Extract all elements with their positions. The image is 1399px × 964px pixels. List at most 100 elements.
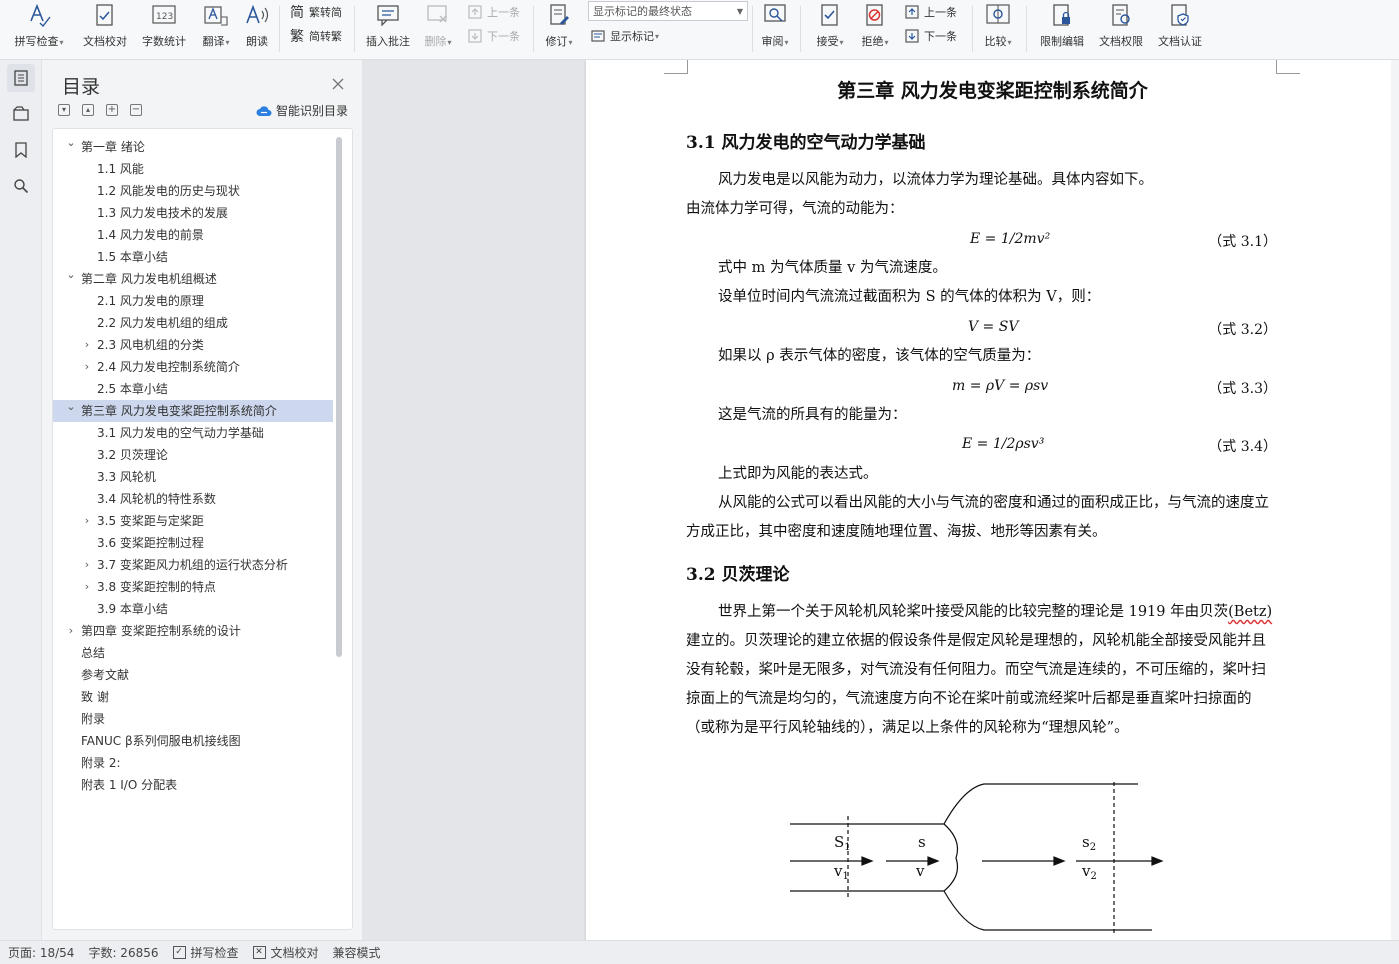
track-changes-button[interactable]: 修订▾ [540, 0, 578, 58]
equation-number: （式 3.3） [1208, 381, 1277, 397]
toc-item[interactable]: 2.1 风力发电的原理 [53, 290, 333, 312]
toc-item-label: 3.7 变桨距风力机组的运行状态分析 [97, 558, 288, 572]
toc-item[interactable]: ⌄ 第一章 绪论 [53, 136, 333, 158]
status-proofread[interactable]: ✕ 文档校对 [252, 944, 319, 961]
document-canvas[interactable]: 第三章 风力发电变桨距控制系统简介 3.1 风力发电的空气动力学基础 风力发电是… [362, 60, 1399, 940]
translate-button[interactable]: 翻译▾ [196, 0, 236, 58]
toc-item[interactable]: › 第四章 变桨距控制系统的设计 [53, 620, 333, 642]
word-count-indicator[interactable]: 字数: 26856 [88, 944, 158, 961]
betz-flow-figure: S1 v1 s v s2 v2 [790, 782, 1164, 934]
doc-proofread-button[interactable]: 文档校对 [78, 0, 132, 58]
word-count-button[interactable]: 123 字数统计 [137, 0, 191, 58]
insert-comment-button[interactable]: 插入批注 [362, 0, 414, 58]
equation: E = 1/2mv² [970, 231, 1051, 247]
toc-item[interactable]: 1.2 风能发电的历史与现状 [53, 180, 333, 202]
next-change-button[interactable]: 下一条 [903, 25, 957, 47]
toc-item[interactable]: 附录 [53, 708, 333, 730]
page-indicator[interactable]: 页面: 18/54 [8, 944, 74, 961]
chevron-right-icon[interactable]: › [81, 576, 93, 598]
toc-item[interactable]: ⌄ 第三章 风力发电变桨距控制系统简介 [53, 400, 333, 422]
compare-button[interactable]: 比较▾ [978, 0, 1018, 58]
toc-item-label: 1.2 风能发电的历史与现状 [97, 184, 240, 198]
expand-all-icon[interactable]: ▾ [58, 104, 70, 116]
reject-change-button[interactable]: 拒绝▾ [855, 0, 895, 58]
toc-item[interactable]: 2.2 风力发电机组的组成 [53, 312, 333, 334]
toc-item[interactable]: 附表 1 I/O 分配表 [53, 774, 333, 796]
delete-comment-button[interactable]: 删除▾ [420, 0, 456, 58]
document-page[interactable]: 第三章 风力发电变桨距控制系统简介 3.1 风力发电的空气动力学基础 风力发电是… [586, 60, 1399, 940]
chevron-down-icon[interactable]: ⌄ [65, 396, 77, 418]
toc-item[interactable]: 致 谢 [53, 686, 333, 708]
toc-item[interactable]: 3.6 变桨距控制过程 [53, 532, 333, 554]
fig-label-s2: s [1082, 833, 1090, 851]
toc-item[interactable]: FANUC β系列伺服电机接线图 [53, 730, 333, 752]
prev-comment-button[interactable]: 上一条 [466, 1, 520, 23]
toc-pane-icon[interactable] [7, 64, 35, 92]
spell-check-icon [26, 2, 52, 28]
toc-item[interactable]: 3.9 本章小结 [53, 598, 333, 620]
prev-change-button[interactable]: 上一条 [903, 1, 957, 23]
paragraph: 如果以 ρ 表示气体的密度，该气体的空气质量为： [718, 348, 1041, 364]
toc-item[interactable]: 2.5 本章小结 [53, 378, 333, 400]
spell-error-mark[interactable]: (Betz) [1228, 604, 1272, 620]
chapter-nav-icon[interactable] [7, 100, 35, 128]
toc-item[interactable]: 1.3 风力发电技术的发展 [53, 202, 333, 224]
toc-item[interactable]: 总结 [53, 642, 333, 664]
chevron-down-icon[interactable]: ⌄ [65, 264, 77, 286]
read-aloud-button[interactable]: 朗读 [240, 0, 274, 58]
toc-item-label: 3.1 风力发电的空气动力学基础 [97, 426, 264, 440]
toc-item-label: 附录 2: [81, 756, 121, 770]
toc-item[interactable]: › 3.8 变桨距控制的特点 [53, 576, 333, 598]
doc-permission-button[interactable]: 文档权限 [1093, 0, 1149, 58]
toc-list: ⌄ 第一章 绪论 1.1 风能 1.2 风能发电的历史与现状 1.3 风力发电技术的发展… [53, 136, 333, 796]
trad-to-simp-button[interactable]: 简 繁转简 [288, 1, 342, 23]
toc-item[interactable]: › 3.5 变桨距与定桨距 [53, 510, 333, 532]
chevron-right-icon[interactable]: › [81, 554, 93, 576]
chevron-down-icon[interactable]: ⌄ [65, 132, 77, 154]
bookmark-icon[interactable] [7, 136, 35, 164]
accept-change-button[interactable]: 接受▾ [810, 0, 850, 58]
toc-item[interactable]: 3.2 贝茨理论 [53, 444, 333, 466]
prev-comment-icon [466, 3, 484, 21]
review-button[interactable]: 审阅▾ [756, 0, 794, 58]
chapter-heading: 第三章 风力发电变桨距控制系统简介 [837, 80, 1148, 102]
simp-to-trad-button[interactable]: 繁 简转繁 [288, 25, 342, 47]
chevron-right-icon[interactable]: › [65, 620, 77, 642]
comment-icon [375, 2, 401, 28]
chevron-right-icon[interactable]: › [81, 334, 93, 356]
toc-item[interactable]: 参考文献 [53, 664, 333, 686]
status-spell-check[interactable]: ✓ 拼写检查 [172, 944, 239, 961]
doc-certify-button[interactable]: 文档认证 [1152, 0, 1208, 58]
toc-item[interactable]: 1.1 风能 [53, 158, 333, 180]
smart-toc-button[interactable]: 智能识别目录 [256, 102, 348, 119]
toc-item[interactable]: 1.4 风力发电的前景 [53, 224, 333, 246]
toc-item[interactable]: 3.3 风轮机 [53, 466, 333, 488]
toc-scrollbar[interactable] [336, 137, 342, 657]
next-change-icon [903, 27, 921, 45]
search-icon[interactable] [7, 172, 35, 200]
chevron-right-icon[interactable]: › [81, 510, 93, 532]
remove-heading-icon[interactable]: − [130, 104, 142, 116]
toc-item[interactable]: › 2.4 风力发电控制系统简介 [53, 356, 333, 378]
toc-item[interactable]: 附录 2: [53, 752, 333, 774]
toc-item[interactable]: › 3.7 变桨距风力机组的运行状态分析 [53, 554, 333, 576]
add-heading-icon[interactable]: + [106, 104, 118, 116]
toc-item[interactable]: 3.1 风力发电的空气动力学基础 [53, 422, 333, 444]
chevron-right-icon[interactable]: › [81, 356, 93, 378]
toc-item[interactable]: › 2.3 风电机组的分类 [53, 334, 333, 356]
toc-item-label: 致 谢 [81, 690, 109, 704]
markup-display-select[interactable]: 显示标记的最终状态 ▼ [588, 1, 748, 21]
toc-item[interactable]: ⌄ 第二章 风力发电机组概述 [53, 268, 333, 290]
show-markup-button[interactable]: 显示标记 ▾ [589, 25, 659, 47]
toc-item-label: 1.4 风力发电的前景 [97, 228, 204, 242]
toc-item[interactable]: 3.4 风轮机的特性系数 [53, 488, 333, 510]
toc-item[interactable]: 1.5 本章小结 [53, 246, 333, 268]
spell-check-button[interactable]: 拼写检查▾ [8, 0, 70, 58]
section-heading-3-1: 3.1 风力发电的空气动力学基础 [686, 133, 926, 153]
toc-item-label: 2.5 本章小结 [97, 382, 168, 396]
restrict-edit-button[interactable]: 限制编辑 [1034, 0, 1090, 58]
lock-doc-icon [1049, 2, 1075, 28]
collapse-all-icon[interactable]: ▴ [82, 104, 94, 116]
close-icon[interactable] [331, 76, 345, 90]
next-comment-button[interactable]: 下一条 [466, 25, 520, 47]
